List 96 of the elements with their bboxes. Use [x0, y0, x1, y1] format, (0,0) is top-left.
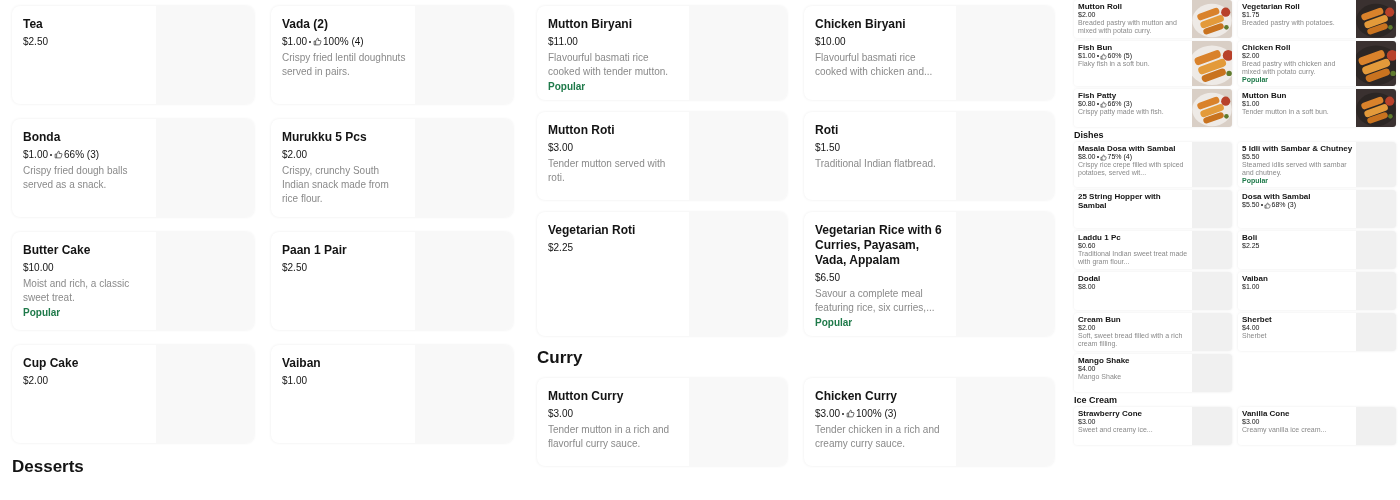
- item-name: Butter Cake: [23, 243, 91, 258]
- item-name: Roti: [815, 123, 839, 138]
- menu-item-card[interactable]: Mutton Roti $3.00 Tender mutton served with roti.: [537, 112, 787, 200]
- item-name: Paan 1 Pair: [282, 243, 347, 258]
- menu-item-card[interactable]: Chicken Curry $3.00 100% (3) Tender chicken in a rich and creamy curry sauce.: [804, 378, 1054, 466]
- menu-item-card[interactable]: Tea $2.50: [12, 6, 254, 104]
- item-name: Mango Shake: [1078, 356, 1130, 365]
- menu-item-card[interactable]: Vaiban $1.00: [271, 345, 513, 443]
- item-description: Traditional Indian flatbread.: [815, 157, 937, 171]
- item-name: Mutton Curry: [548, 389, 624, 404]
- item-name: Vegetarian Roll: [1242, 2, 1300, 11]
- item-description: Savour a complete meal featuring rice, six curries,...: [815, 287, 936, 315]
- item-name: Fish Patty: [1078, 91, 1117, 100]
- menu-item-card[interactable]: Vegetarian Roti $2.25: [537, 212, 787, 336]
- item-name: Masala Dosa with Sambal: [1078, 144, 1176, 153]
- item-price: $1.00: [282, 374, 308, 387]
- item-description: Flavourful basmati rice cooked with chicken and...: [815, 51, 934, 79]
- item-name: Vaiban: [282, 356, 321, 371]
- item-name: Murukku 5 Pcs: [282, 130, 367, 145]
- section-heading: Desserts: [12, 457, 85, 477]
- menu-item-card[interactable]: Butter Cake $10.00 Moist and rich, a classic sweet treat. Popular: [12, 232, 254, 330]
- menu-item-card[interactable]: Murukku 5 Pcs $2.00 Crispy, crunchy South Indian snack made from rice flour.: [271, 119, 513, 217]
- item-name: Vada (2): [282, 17, 329, 32]
- item-price: $2.00: [23, 374, 49, 387]
- item-price: $2.00: [282, 148, 308, 161]
- item-rating: 66% (3): [64, 148, 100, 161]
- item-name: Mutton Biryani: [548, 17, 632, 32]
- item-name: Cream Bun: [1078, 315, 1121, 324]
- item-price: $2.50: [282, 261, 308, 274]
- menu-item-card[interactable]: Mutton Curry $3.00 Tender mutton in a rich and flavorful curry sauce.: [537, 378, 787, 466]
- item-name: Strawberry Cone: [1078, 409, 1143, 418]
- item-price: $1.00: [23, 148, 49, 161]
- item-price: $1.00: [282, 35, 308, 48]
- thumbs-up-icon: [1099, 100, 1107, 108]
- item-price: $2.50: [23, 35, 49, 48]
- item-price: $1.50: [815, 141, 841, 154]
- item-name: 5 Idli with Sambar & Chutney: [1242, 144, 1353, 153]
- menu-item-card[interactable]: 25 String Hopper with Sambal: [1074, 190, 1232, 228]
- thumbs-up-icon: [54, 150, 64, 159]
- menu-item-card[interactable]: Bonda $1.00 66% (3) Crispy fried dough balls served as a snack.: [12, 119, 254, 217]
- item-description: Crispy, crunchy South Indian snack made from rice flour.: [282, 164, 390, 206]
- item-name: Sherbet: [1242, 315, 1272, 324]
- item-name: Vegetarian Roti: [548, 223, 636, 238]
- item-name: Dosa with Sambal: [1242, 192, 1311, 201]
- item-price: $3.00: [815, 407, 841, 420]
- item-name: 25 String Hopper with Sambal: [1078, 192, 1162, 210]
- item-description: Moist and rich, a classic sweet treat.: [23, 277, 131, 305]
- item-price: $6.50: [815, 271, 841, 284]
- item-name: Tea: [23, 17, 43, 32]
- item-name: Fish Bun: [1078, 43, 1113, 52]
- menu-item-card[interactable]: Paan 1 Pair $2.50: [271, 232, 513, 330]
- item-description: Tender mutton in a rich and flavorful curry sauce.: [548, 423, 671, 451]
- item-price: $11.00: [548, 35, 578, 48]
- popular-label: Popular: [23, 307, 61, 318]
- menu-item-card[interactable]: Vegetarian Rice with 6 Curries, Payasam, Vada, Appalam $6.50 Savour a complete meal featuring rice, six curries,... Popular: [804, 212, 1054, 336]
- thumbs-up-icon: [1263, 201, 1271, 209]
- item-price: $10.00: [23, 261, 54, 274]
- menu-item-card[interactable]: Mutton Biryani $11.00 Flavourful basmati rice cooked with tender mutton. Popular: [537, 6, 787, 100]
- item-name: Mutton Roll: [1078, 2, 1122, 11]
- menu-item-card[interactable]: Cup Cake $2.00: [12, 345, 254, 443]
- popular-label: Popular: [548, 81, 586, 92]
- item-name: Chicken Roll: [1242, 43, 1291, 52]
- item-description: Flavourful basmati rice cooked with tender mutton.: [548, 51, 670, 79]
- item-name: Vegetarian Rice with 6 Curries, Payasam, Vada, Appalam: [815, 223, 943, 268]
- thumbs-up-icon: [1099, 52, 1107, 60]
- item-description: Crispy fried lentil doughnuts served in pairs.: [282, 51, 407, 79]
- item-name: Mutton Bun: [1242, 91, 1287, 100]
- item-rating: 100% (4): [323, 35, 364, 48]
- item-name: Mutton Roti: [548, 123, 615, 138]
- item-description: Tender mutton served with roti.: [548, 157, 667, 185]
- item-name: Vaiban: [1242, 274, 1268, 283]
- item-rating: 100% (3): [856, 407, 897, 420]
- item-name: Vanilla Cone: [1242, 409, 1290, 418]
- section-heading: Curry: [537, 348, 584, 368]
- item-name: Boli: [1242, 233, 1258, 242]
- item-price: $3.00: [548, 141, 574, 154]
- menu-item-card[interactable]: Roti $1.50 Traditional Indian flatbread.: [804, 112, 1054, 200]
- item-name: Chicken Biryani: [815, 17, 906, 32]
- thumbs-up-icon: [1099, 153, 1107, 161]
- thumbs-up-icon: [313, 37, 323, 46]
- item-name: Cup Cake: [23, 356, 79, 371]
- item-name: Laddu 1 Pc: [1078, 233, 1121, 242]
- menu-item-card[interactable]: Vada (2) $1.00 100% (4) Crispy fried lentil doughnuts served in pairs.: [271, 6, 513, 104]
- item-name: Dodal: [1078, 274, 1101, 283]
- item-description: Crispy fried dough balls served as a snack.: [23, 164, 129, 192]
- item-name: Chicken Curry: [815, 389, 898, 404]
- item-name: Bonda: [23, 130, 61, 145]
- item-price: $10.00: [815, 35, 846, 48]
- menu-item-card[interactable]: Chicken Biryani $10.00 Flavourful basmati rice cooked with chicken and...: [804, 6, 1054, 100]
- item-price: $2.25: [548, 241, 574, 254]
- thumbs-up-icon: [846, 409, 856, 418]
- section-heading: Dishes: [1074, 130, 1105, 140]
- item-price: $3.00: [548, 407, 574, 420]
- item-description: Tender chicken in a rich and creamy curry sauce.: [815, 423, 941, 451]
- popular-label: Popular: [815, 317, 853, 328]
- section-heading: Ice Cream: [1074, 395, 1119, 405]
